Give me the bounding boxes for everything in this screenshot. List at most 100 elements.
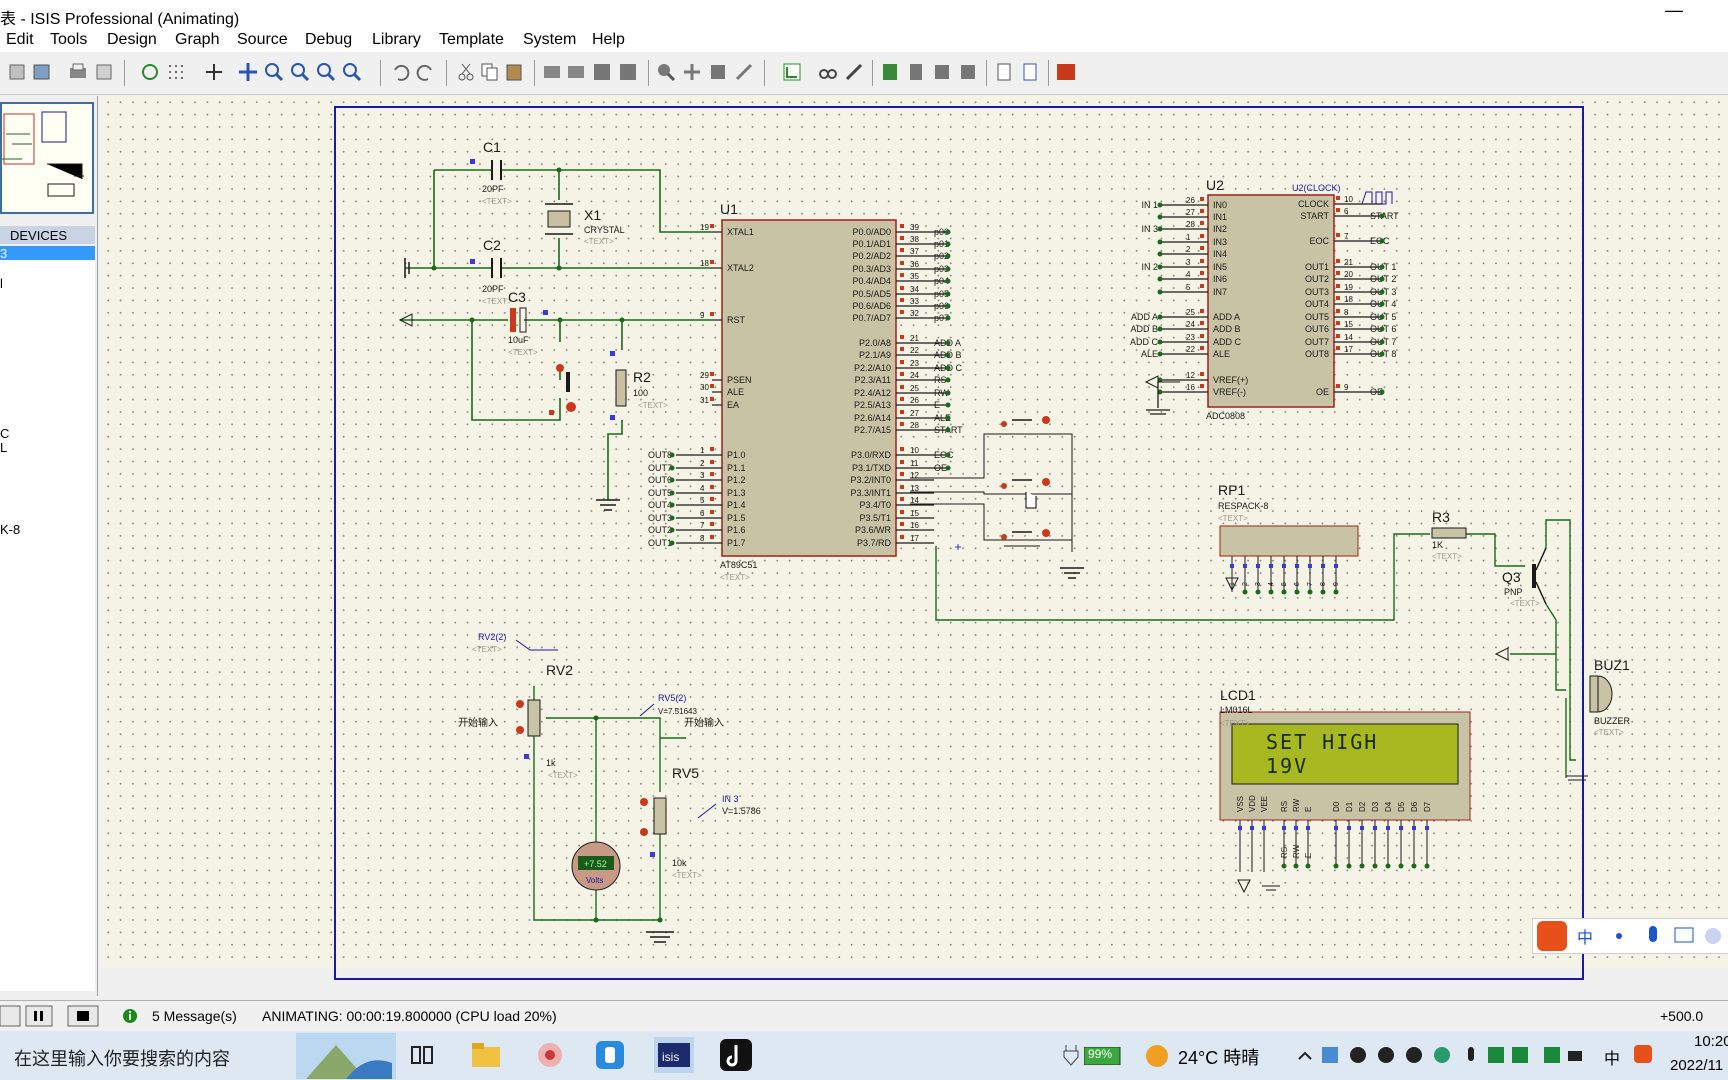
punctuation-icon [1616, 933, 1622, 939]
rv5-text: <TEXT> [672, 871, 702, 880]
pin-name: P2.2/A10 [854, 363, 891, 373]
capacitor-c3: C3 10uF <TEXT> [508, 289, 548, 357]
pin-name: OE [1316, 387, 1329, 397]
pin-number: 26 [910, 396, 919, 405]
c1-value: 20PF [482, 184, 504, 194]
step-button[interactable] [0, 1005, 21, 1027]
pin-number: 3 [1255, 582, 1262, 586]
resistor-r3: R3 1K <TEXT> [1431, 509, 1467, 561]
r3-text: <TEXT> [1432, 552, 1462, 561]
pin-name: IN5 [1213, 262, 1227, 272]
pin-name: CLOCK [1298, 199, 1329, 209]
ime-toolbar[interactable]: 中 [1532, 918, 1728, 954]
lcd-pin-name: D2 [1358, 801, 1367, 812]
tray-icons[interactable] [1322, 1045, 1532, 1067]
pin-name: P3.5/T1 [859, 513, 891, 523]
tray-icons-2[interactable] [1544, 1045, 1604, 1067]
pin-name: VREF(+) [1213, 375, 1248, 385]
tiktok-icon[interactable] [718, 1037, 754, 1073]
tray-app-icon [1322, 1047, 1338, 1063]
pin-number: 6 [1344, 207, 1349, 216]
lcd-pin-name: VDD [1248, 795, 1257, 812]
pin-name: P1.0 [727, 450, 746, 460]
pin-number: 5 [1281, 582, 1288, 586]
skin-icon [1705, 928, 1721, 944]
weather-text[interactable]: 24°C 時晴 [1178, 1044, 1259, 1070]
pin-name: P2.5/A13 [854, 400, 891, 410]
lcd-pin-name: VSS [1236, 796, 1245, 812]
q3-text: <TEXT> [1510, 599, 1540, 608]
pin-name: ALE [1213, 349, 1230, 359]
pin-number: 22 [1186, 345, 1195, 354]
file-explorer-icon[interactable] [470, 1039, 502, 1071]
pin-name: IN0 [1213, 200, 1227, 210]
u2-value: ADC0808 [1206, 411, 1245, 421]
clock-date[interactable]: 2022/11 [1670, 1057, 1723, 1074]
taskbar-search-box[interactable]: 在这里输入你要搜索的内容 [14, 1045, 230, 1071]
task-view-icon[interactable] [410, 1043, 436, 1069]
app-icon[interactable] [534, 1039, 566, 1071]
pin-name: P1.6 [727, 525, 746, 535]
coordinate-readout: +500.0 [1660, 1008, 1704, 1024]
pin-number: 6 [700, 509, 705, 518]
pause-button[interactable] [25, 1005, 53, 1027]
potentiometer-rv5: RV5 RV5(2) V=7.51643 开始输入 10k <TEXT> IN … [639, 693, 761, 880]
in3-probe-voltage: V=1.5786 [722, 806, 761, 816]
power-plug-icon [1063, 1045, 1079, 1066]
pin-name: P0.5/AD5 [852, 289, 891, 299]
buzzer-buz1: BUZ1 BUZZER <TEXT> [1566, 657, 1631, 781]
pin-name: IN4 [1213, 249, 1227, 259]
pin-number: 9 [1344, 383, 1349, 392]
capacitor-c1: C1 20PF <TEXT> [470, 139, 512, 206]
pin-number: 1 [700, 446, 705, 455]
pin-name: OUT1 [1305, 262, 1329, 272]
pin-number: 3 [1186, 258, 1191, 267]
pin-number: 18 [700, 259, 709, 268]
microphone-icon [1649, 926, 1657, 942]
rv5-input-label: 开始输入 [684, 716, 724, 729]
pin-number: 28 [1186, 220, 1195, 229]
c2-ref: C2 [483, 237, 501, 253]
lcd-pin-name: D5 [1397, 801, 1406, 812]
isis-taskbar-icon[interactable]: isis [654, 1037, 694, 1073]
pin-number: 20 [1344, 270, 1353, 279]
pin-name: P2.3/A11 [855, 375, 891, 385]
pin-number: 6 [1294, 582, 1301, 586]
input-language[interactable]: 中 [1604, 1045, 1620, 1069]
app-shield-icon[interactable] [594, 1039, 626, 1071]
pin-number: 7 [1344, 232, 1349, 241]
chevron-up-icon[interactable] [1296, 1047, 1314, 1065]
ground-icon [1146, 382, 1170, 415]
pin-name: P1.4 [727, 500, 746, 510]
pin-number: 8 [1344, 308, 1349, 317]
ground-icon [646, 931, 674, 943]
rv5-probe: RV5(2) [658, 693, 686, 703]
clock-time[interactable]: 10:20 [1694, 1033, 1728, 1050]
lcd-pin-name: VEE [1260, 796, 1269, 812]
pin-name: OUT2 [1305, 274, 1329, 284]
pin-number: 19 [700, 223, 709, 232]
pin-name: P2.0/A8 [859, 338, 891, 348]
sogou-tray-icon[interactable] [1632, 1043, 1654, 1065]
pin-number: 12 [910, 471, 919, 480]
power-terminal-icon [1494, 647, 1509, 661]
lcd-pin-name: RW [1292, 798, 1301, 812]
vref-terminal-icon [1144, 375, 1180, 389]
pin-number: 8 [700, 534, 705, 543]
message-count[interactable]: 5 Message(s) [152, 1008, 237, 1024]
pin-number: 18 [1344, 295, 1353, 304]
adc-u2: U2 ADC0808 U2(CLOCK) IN026IN 1IN127IN228… [1130, 177, 1399, 421]
weather-icon[interactable] [1142, 1041, 1172, 1071]
net-label: OUT1 [648, 538, 672, 548]
pin-number: 4 [700, 484, 705, 493]
pin-number: 16 [1186, 383, 1195, 392]
ground-icon [596, 499, 620, 511]
pin-number: 22 [910, 346, 919, 355]
voltmeter-unit: Volts [586, 876, 603, 885]
pin-number: 39 [910, 223, 919, 232]
pin-number: 16 [910, 521, 919, 530]
pin-name: OUT6 [1305, 324, 1329, 334]
pin-name: IN1 [1213, 212, 1227, 222]
ime-mode: 中 [1577, 929, 1593, 947]
pin-name: P2.7/A15 [854, 425, 891, 435]
